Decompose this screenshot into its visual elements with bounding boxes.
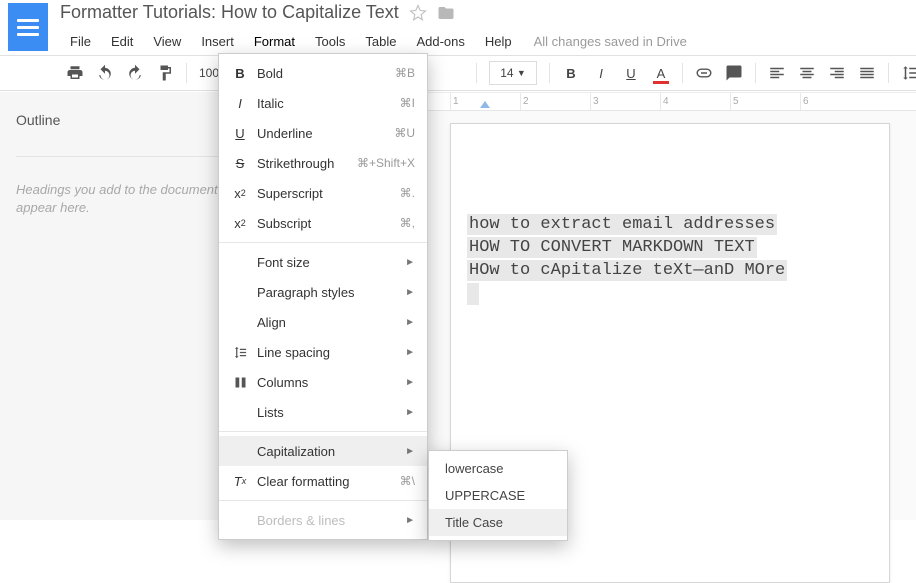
- menu-help[interactable]: Help: [475, 30, 522, 53]
- app-logo[interactable]: [8, 3, 48, 51]
- align-center-button[interactable]: [792, 58, 822, 88]
- text-color-button[interactable]: A: [646, 58, 676, 88]
- text-line[interactable]: how to extract email addresses: [467, 214, 777, 235]
- format-lists[interactable]: Lists ►: [219, 397, 427, 427]
- format-clear-formatting[interactable]: Tx Clear formatting ⌘\: [219, 466, 427, 496]
- format-capitalization[interactable]: Capitalization ►: [219, 436, 427, 466]
- toolbar: 100%▼ 14 ▼ B I U A: [0, 55, 916, 91]
- text-line[interactable]: HOw to cApitalize teXt—anD MOre: [467, 260, 787, 281]
- menu-edit[interactable]: Edit: [101, 30, 143, 53]
- submenu-title-case[interactable]: Title Case: [429, 509, 567, 536]
- align-left-button[interactable]: [762, 58, 792, 88]
- format-italic[interactable]: I Italic ⌘I: [219, 88, 427, 118]
- subscript-icon: x2: [229, 216, 251, 231]
- submenu-arrow-icon: ►: [405, 515, 415, 526]
- submenu-arrow-icon: ►: [405, 377, 415, 388]
- print-button[interactable]: [60, 58, 90, 88]
- submenu-arrow-icon: ►: [405, 317, 415, 328]
- line-spacing-button[interactable]: [895, 58, 916, 88]
- align-right-button[interactable]: [822, 58, 852, 88]
- format-superscript[interactable]: x2 Superscript ⌘.: [219, 178, 427, 208]
- text-line[interactable]: HOW TO CONVERT MARKDOWN TEXT: [467, 237, 757, 258]
- insert-link-button[interactable]: [689, 58, 719, 88]
- format-columns[interactable]: Columns ►: [219, 367, 427, 397]
- italic-icon: I: [229, 96, 251, 111]
- format-line-spacing[interactable]: Line spacing ►: [219, 337, 427, 367]
- linespacing-icon: [229, 345, 251, 360]
- format-dropdown: B Bold ⌘B I Italic ⌘I U Underline ⌘U S S…: [218, 53, 428, 540]
- submenu-arrow-icon: ►: [405, 287, 415, 298]
- format-paragraph-styles[interactable]: Paragraph styles ►: [219, 277, 427, 307]
- underline-button[interactable]: U: [616, 58, 646, 88]
- submenu-uppercase[interactable]: UPPERCASE: [429, 482, 567, 509]
- italic-button[interactable]: I: [586, 58, 616, 88]
- paint-format-button[interactable]: [150, 58, 180, 88]
- text-cursor[interactable]: [467, 283, 479, 305]
- outline-title: Outline: [16, 112, 243, 128]
- outline-empty-text: Headings you add to the document appear …: [16, 181, 243, 217]
- undo-button[interactable]: [90, 58, 120, 88]
- menu-format[interactable]: Format: [244, 30, 305, 53]
- menu-table[interactable]: Table: [355, 30, 406, 53]
- submenu-arrow-icon: ►: [405, 407, 415, 418]
- submenu-arrow-icon: ►: [405, 257, 415, 268]
- submenu-arrow-icon: ►: [405, 347, 415, 358]
- superscript-icon: x2: [229, 186, 251, 201]
- menu-file[interactable]: File: [60, 30, 101, 53]
- align-justify-button[interactable]: [852, 58, 882, 88]
- menu-tools[interactable]: Tools: [305, 30, 355, 53]
- document-title[interactable]: Formatter Tutorials: How to Capitalize T…: [60, 2, 399, 23]
- strikethrough-icon: S: [229, 156, 251, 171]
- bold-button[interactable]: B: [556, 58, 586, 88]
- bold-icon: B: [229, 66, 251, 81]
- format-font-size[interactable]: Font size ►: [219, 247, 427, 277]
- clear-format-icon: Tx: [229, 474, 251, 489]
- columns-icon: [229, 375, 251, 390]
- menu-addons[interactable]: Add-ons: [406, 30, 474, 53]
- menubar: File Edit View Insert Format Tools Table…: [60, 30, 687, 53]
- save-status: All changes saved in Drive: [534, 34, 687, 49]
- submenu-arrow-icon: ►: [405, 446, 415, 457]
- menu-insert[interactable]: Insert: [191, 30, 244, 53]
- menu-view[interactable]: View: [143, 30, 191, 53]
- capitalization-submenu: lowercase UPPERCASE Title Case: [428, 450, 568, 541]
- format-bold[interactable]: B Bold ⌘B: [219, 58, 427, 88]
- folder-icon[interactable]: [437, 4, 455, 22]
- format-underline[interactable]: U Underline ⌘U: [219, 118, 427, 148]
- format-borders-lines: Borders & lines ►: [219, 505, 427, 535]
- format-strikethrough[interactable]: S Strikethrough ⌘+Shift+X: [219, 148, 427, 178]
- format-align[interactable]: Align ►: [219, 307, 427, 337]
- font-size-selector[interactable]: 14 ▼: [489, 61, 537, 85]
- redo-button[interactable]: [120, 58, 150, 88]
- format-subscript[interactable]: x2 Subscript ⌘,: [219, 208, 427, 238]
- insert-comment-button[interactable]: [719, 58, 749, 88]
- underline-icon: U: [229, 126, 251, 141]
- submenu-lowercase[interactable]: lowercase: [429, 455, 567, 482]
- star-icon[interactable]: [409, 4, 427, 22]
